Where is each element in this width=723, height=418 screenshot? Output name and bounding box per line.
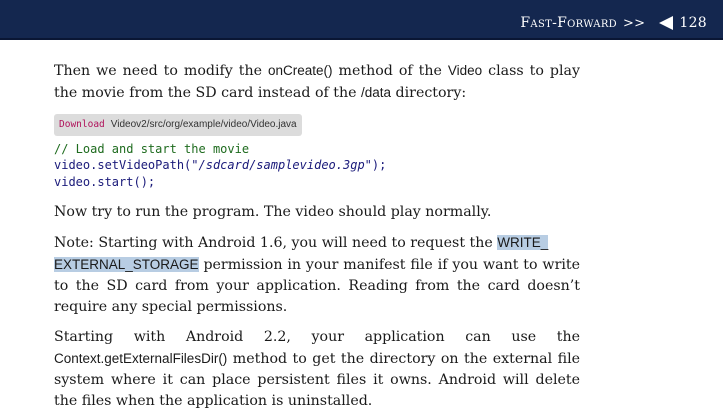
forward-arrows-icon[interactable]: >> bbox=[623, 16, 645, 31]
code-line: video.start(); bbox=[54, 174, 156, 189]
back-triangle-icon[interactable] bbox=[659, 16, 674, 30]
text: Note: Starting with Android 1.6, you wil… bbox=[54, 235, 498, 251]
directory-name: /data bbox=[361, 85, 392, 100]
text: directory: bbox=[391, 85, 467, 101]
paragraph-android-22: Starting with Android 2.2, your applicat… bbox=[54, 327, 580, 412]
download-label[interactable]: Download bbox=[59, 119, 105, 130]
section-title: Fast-Forward bbox=[520, 15, 617, 31]
header-nav: Fast-Forward >> 128 bbox=[520, 15, 707, 31]
code-block: // Load and start the movie video.setVid… bbox=[54, 141, 580, 191]
paragraph-note: Note: Starting with Android 1.6, you wil… bbox=[54, 232, 580, 318]
download-link-box[interactable]: Download Videov2/src/org/example/video/V… bbox=[54, 113, 302, 136]
download-path[interactable]: Videov2/src/org/example/video/Video.java bbox=[111, 119, 297, 130]
code-line: "); bbox=[364, 158, 387, 172]
text: Starting with Android 2.2, your applicat… bbox=[54, 329, 580, 345]
highlighted-permission: WRITE_ bbox=[497, 235, 549, 250]
page-content: Then we need to modify the onCreate() me… bbox=[54, 60, 580, 412]
text: method of the bbox=[332, 63, 448, 79]
class-name: Video bbox=[447, 63, 483, 78]
paragraph-intro: Then we need to modify the onCreate() me… bbox=[54, 60, 580, 104]
code-line: video.setVideoPath(" bbox=[54, 158, 199, 172]
header-bar: Fast-Forward >> 128 bbox=[0, 0, 723, 40]
page-number: 128 bbox=[679, 15, 707, 31]
code-comment: // Load and start the movie bbox=[54, 141, 250, 156]
highlighted-permission: EXTERNAL_STORAGE bbox=[54, 257, 199, 272]
method-name: Context.getExternalFilesDir() bbox=[54, 351, 228, 366]
paragraph-run: Now try to run the program. The video sh… bbox=[54, 204, 492, 220]
text: Then we need to modify the bbox=[54, 63, 269, 79]
method-name: onCreate() bbox=[268, 63, 333, 78]
code-string: /sdcard/samplevideo.3gp bbox=[198, 158, 365, 172]
